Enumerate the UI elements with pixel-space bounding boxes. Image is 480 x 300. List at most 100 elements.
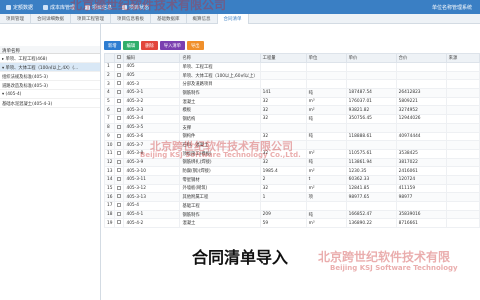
table-row[interactable]: 12 405-3-9 钢筋绑扎(焊接) 32 吨 113861.94 3817022 — [103, 157, 480, 168]
table-row[interactable]: 14 405-3-11 零星钢材 2 t 60362.33 120724 — [103, 174, 480, 185]
row-checkbox-cell[interactable] — [114, 174, 125, 185]
row-checkbox[interactable] — [117, 107, 122, 112]
menu-item-1[interactable]: 定额数据 — [6, 4, 33, 11]
row-checkbox[interactable] — [117, 116, 122, 121]
tab-6[interactable]: 概算信息 — [187, 14, 218, 24]
row-checkbox-cell[interactable] — [114, 140, 125, 150]
tree-node-selected[interactable]: ▾ 单项、大体工程（100㎡以上,4X）(... — [0, 63, 100, 72]
row-index: 11 — [103, 148, 116, 159]
row-checkbox[interactable] — [117, 150, 122, 155]
top-right-label[interactable]: 单位名称管理系统 — [432, 4, 472, 11]
row-checkbox-cell[interactable] — [114, 209, 125, 220]
row-checkbox[interactable] — [117, 194, 122, 199]
source-cell — [445, 157, 480, 168]
select-all-checkbox[interactable] — [117, 55, 122, 60]
row-checkbox[interactable] — [117, 64, 122, 69]
col-total[interactable]: 合价 — [395, 53, 447, 63]
row-checkbox-cell[interactable] — [114, 79, 125, 90]
row-checkbox-cell[interactable] — [114, 183, 125, 194]
row-checkbox-cell[interactable] — [114, 192, 125, 202]
table-row[interactable]: 3 405-3 分部及道路项目 — [103, 79, 480, 90]
quantity-cell: 1 — [259, 192, 307, 202]
row-checkbox[interactable] — [117, 98, 122, 103]
row-checkbox-cell[interactable] — [114, 122, 125, 133]
row-checkbox-cell[interactable] — [114, 105, 125, 116]
total-cell — [395, 62, 447, 72]
table-row[interactable]: 7 405-3-4 钢结构 32 吨 350756.45 12944026 — [103, 114, 480, 124]
col-source[interactable]: 来源 — [445, 53, 480, 63]
row-checkbox[interactable] — [117, 159, 122, 164]
row-checkbox-cell[interactable] — [114, 88, 125, 98]
tab-3[interactable]: 项目工程管理 — [71, 14, 111, 24]
row-checkbox[interactable] — [117, 185, 122, 190]
row-checkbox[interactable] — [117, 203, 122, 208]
quantity-cell: 59 — [259, 218, 307, 229]
col-unit-price[interactable]: 单价 — [345, 53, 397, 63]
tree-node[interactable]: 基础水泥混凝土(405-4-3) — [0, 99, 100, 108]
name-cell: 混凝土 — [179, 218, 261, 229]
delete-button[interactable]: 删除 — [141, 41, 158, 50]
table-row[interactable]: 16 405-3-13 其他附属工程 1 项 98977.65 98977 — [103, 192, 480, 202]
tab-5[interactable]: 基础数据库 — [151, 14, 187, 24]
row-checkbox-cell[interactable] — [114, 96, 125, 107]
row-checkbox-cell[interactable] — [114, 201, 125, 211]
code-cell: 405-3-2 — [123, 96, 181, 107]
row-checkbox[interactable] — [117, 168, 122, 173]
table-row[interactable]: 18 405-4-1 钢筋制作 209 吨 166852.47 35839016 — [103, 209, 480, 220]
tab-1[interactable]: 项目管理 — [0, 14, 31, 24]
table-row[interactable]: 6 405-3-3 模板 32 m² 93821.82 3274952 — [103, 105, 480, 116]
col-unit[interactable]: 单位 — [305, 53, 347, 63]
row-checkbox[interactable] — [117, 220, 122, 225]
total-cell — [395, 122, 447, 133]
row-checkbox[interactable] — [117, 177, 122, 182]
export-button[interactable]: 导出 — [186, 41, 204, 50]
import-list-button[interactable]: 导入清单 — [159, 41, 185, 50]
col-code[interactable]: 编码 — [123, 53, 181, 63]
col-quantity[interactable]: 工程量 — [259, 53, 307, 63]
unit-cell: 项 — [305, 192, 347, 202]
table-row[interactable]: 1 405 单项、工程工程 — [103, 62, 480, 72]
tab-2[interactable]: 合同详细数据 — [31, 14, 71, 24]
tree-node[interactable]: 道路改造及标准(405-3) — [0, 81, 100, 90]
tree-node[interactable]: ▸ 单项、工程工程(468) — [0, 54, 100, 63]
table-row[interactable]: 8 405-3-5 支撑 — [103, 122, 480, 133]
row-checkbox-cell[interactable] — [114, 70, 125, 81]
category-tree: ▸ 单项、工程工程(468) ▾ 单项、大体工程（100㎡以上,4X）(... … — [0, 54, 100, 108]
row-checkbox-cell[interactable] — [114, 148, 125, 159]
table-row[interactable]: 17 405-4 基础工程 — [103, 201, 480, 211]
tab-4[interactable]: 项目信息看板 — [111, 14, 151, 24]
row-checkbox-cell[interactable] — [114, 218, 125, 229]
row-checkbox-cell[interactable] — [114, 62, 125, 72]
row-checkbox-cell[interactable] — [114, 157, 125, 168]
table-row[interactable]: 5 405-3-2 混凝土 32 m³ 176037.01 5809221 — [103, 96, 480, 107]
row-checkbox-cell[interactable] — [114, 166, 125, 176]
row-checkbox[interactable] — [117, 72, 122, 77]
row-checkbox[interactable] — [117, 211, 122, 216]
row-checkbox[interactable] — [117, 81, 122, 86]
col-check[interactable] — [114, 53, 125, 63]
row-checkbox[interactable] — [117, 124, 122, 129]
table-row[interactable]: 15 405-3-12 外墙板(砌筑) 32 m² 12841.85 411159 — [103, 183, 480, 194]
row-checkbox-cell[interactable] — [114, 131, 125, 142]
tree-node[interactable]: ▾ (405-4) — [0, 90, 100, 99]
total-cell: 2416061 — [395, 166, 447, 176]
name-cell: 零星钢材 — [179, 174, 261, 185]
tree-node[interactable]: 组织法规及标准(405-3) — [0, 72, 100, 81]
table-row[interactable]: 13 405-3-10 防腐(钢)(焊接) 1985.4 m² 1230.35 241606… — [103, 166, 480, 176]
table-row[interactable]: 4 405-3-1 钢筋制作 141 吨 187487.54 26412823 — [103, 88, 480, 98]
row-checkbox-cell[interactable] — [114, 114, 125, 124]
row-checkbox[interactable] — [117, 90, 122, 95]
row-checkbox[interactable] — [117, 142, 122, 147]
col-name[interactable]: 名称 — [179, 53, 261, 63]
row-checkbox[interactable] — [117, 133, 122, 138]
total-cell — [395, 140, 447, 150]
table-row[interactable]: 19 405-4-2 混凝土 59 m³ 136890.22 8716661 — [103, 218, 480, 229]
table-row[interactable]: 2 405 单项、大体工程（100以上,60㎡以上） — [103, 70, 480, 81]
add-button[interactable]: 新增 — [104, 41, 121, 50]
edit-button[interactable]: 编辑 — [122, 41, 140, 50]
total-cell: 3538425 — [395, 148, 447, 159]
unit-cell: 吨 — [305, 209, 347, 220]
name-cell: 其他附属工程 — [179, 192, 261, 202]
source-cell — [445, 209, 480, 220]
tab-contract-list[interactable]: 合同清单 — [217, 14, 249, 24]
